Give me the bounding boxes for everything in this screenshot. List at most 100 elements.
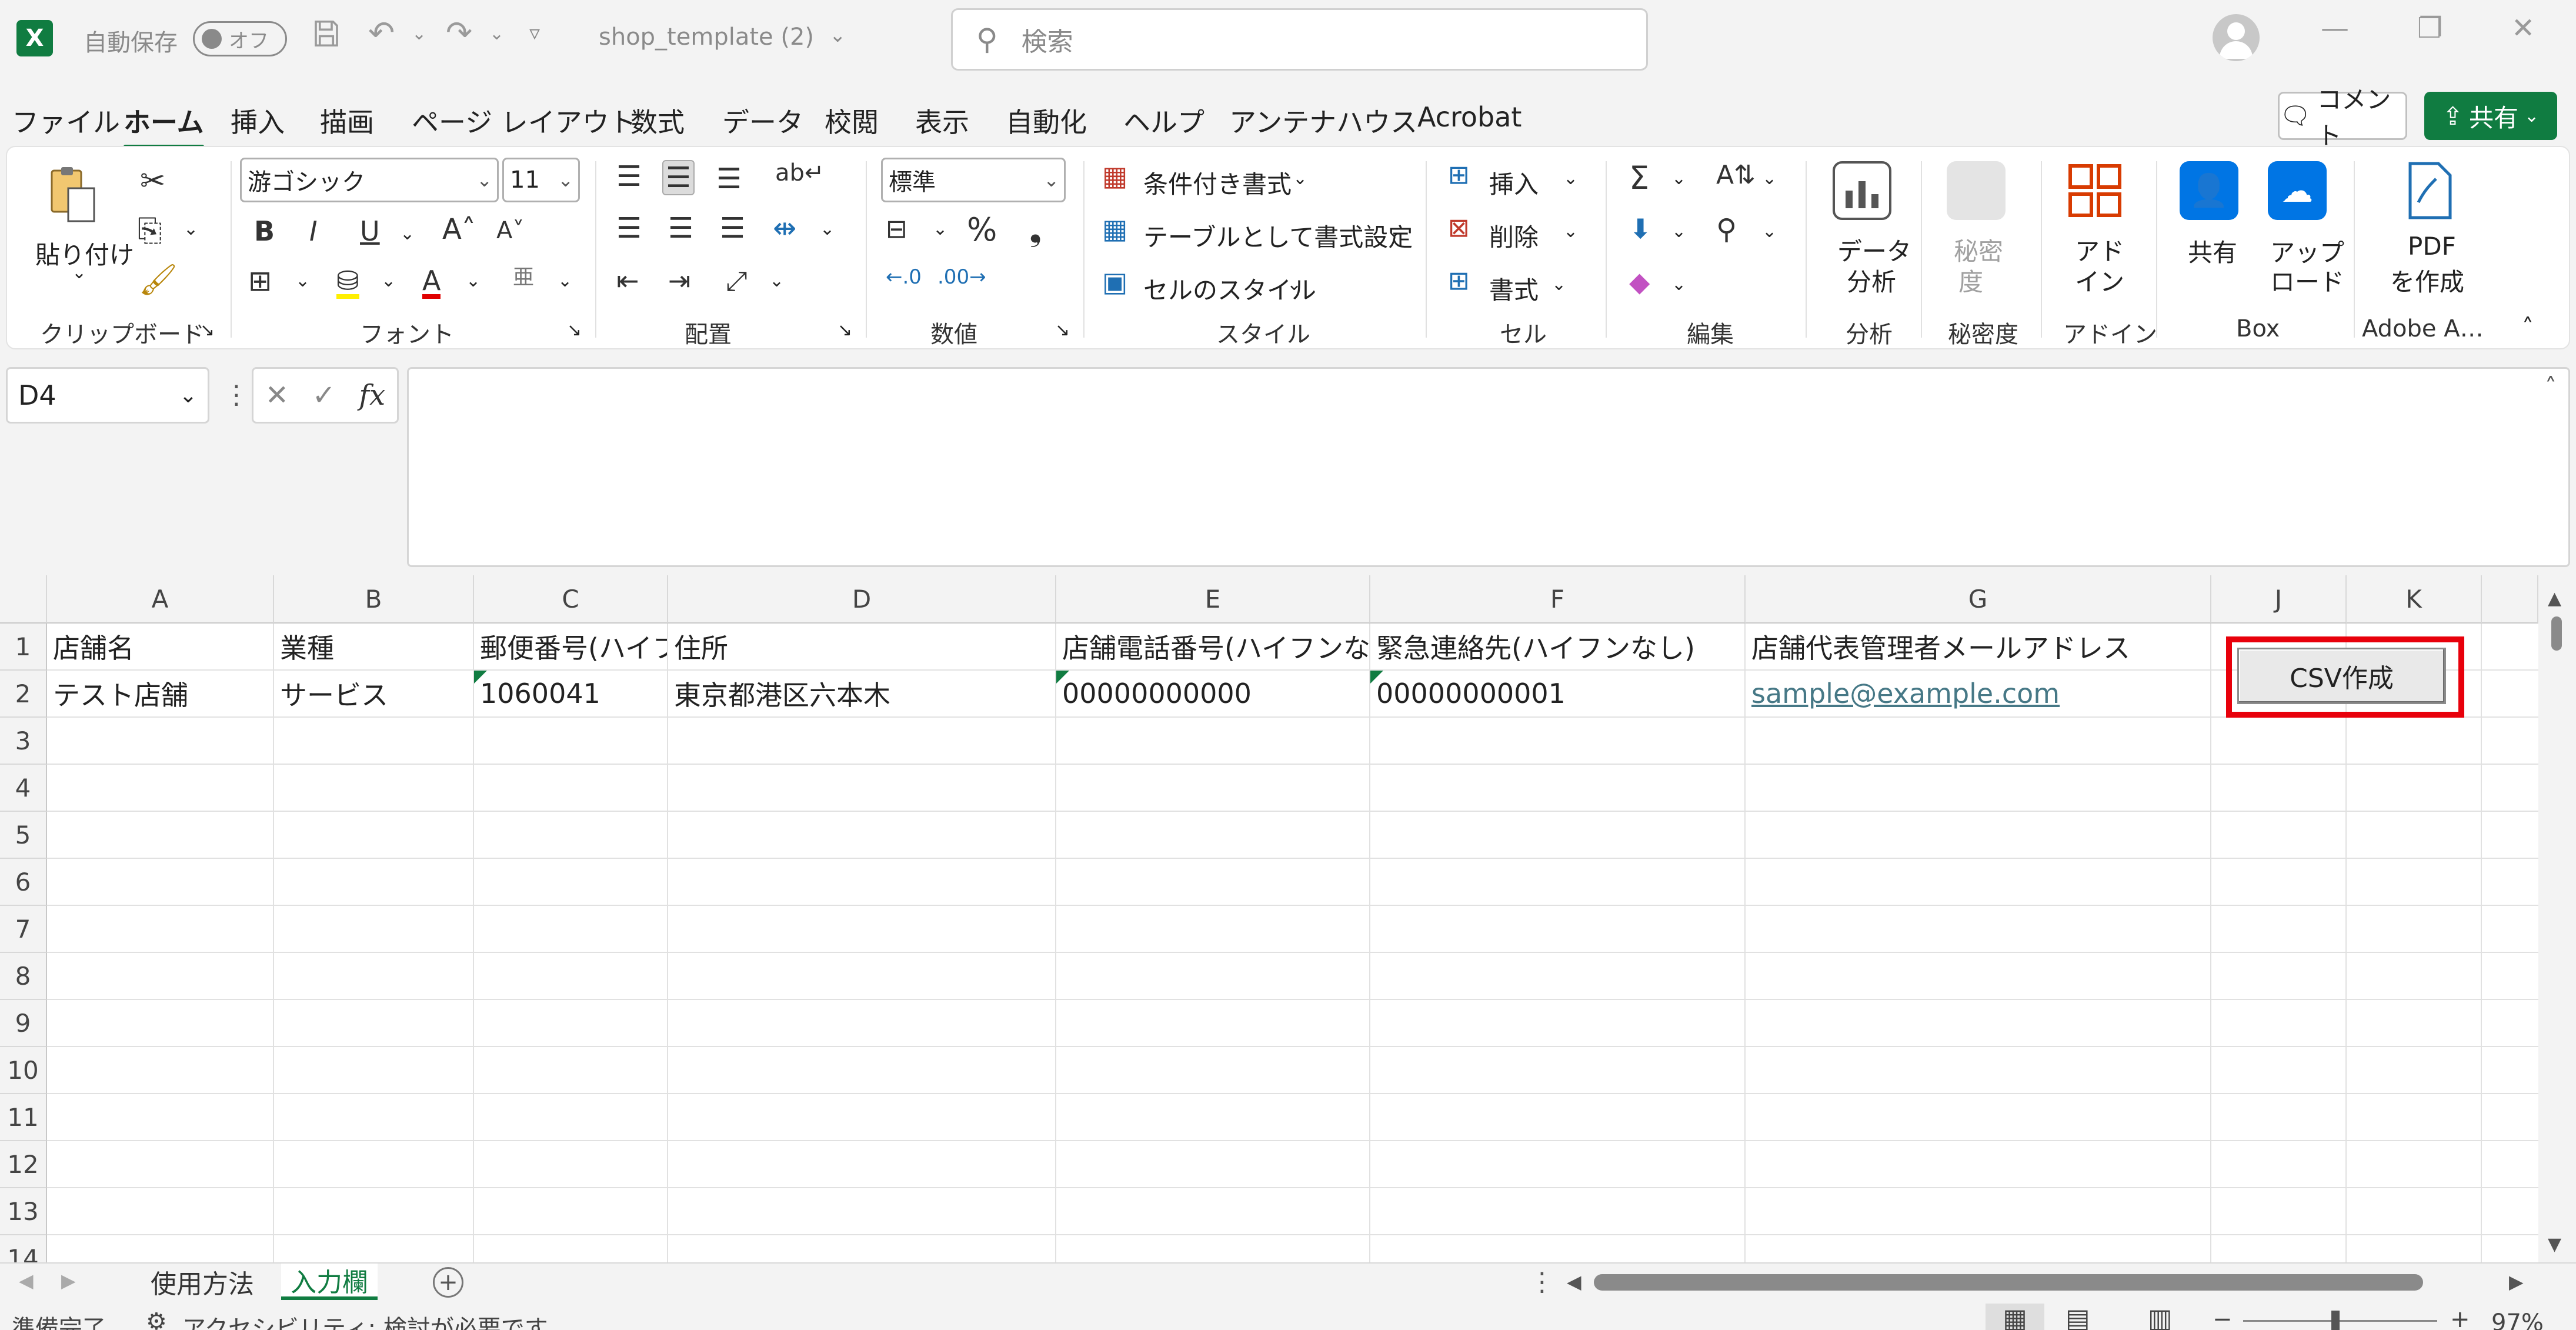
zoom-in-icon[interactable]: + (2450, 1306, 2470, 1330)
collapse-formula-icon[interactable]: ˄ (2545, 374, 2557, 401)
row-header[interactable]: 4 (0, 765, 47, 812)
column-header-b[interactable]: B (274, 575, 474, 624)
cell-a2[interactable]: テスト店舗 (47, 671, 274, 718)
font-color-dropdown-icon[interactable]: ⌄ (466, 271, 481, 291)
cell-c1[interactable]: 郵便番号(ハイフンなし) (474, 624, 668, 671)
format-cells-button[interactable]: 書式 (1489, 271, 1539, 306)
cell-g1[interactable]: 店舗代表管理者メールアドレス (1746, 624, 2211, 671)
formula-input[interactable]: ˄ (407, 367, 2570, 567)
create-pdf-label-1[interactable]: PDF (2408, 232, 2456, 261)
tab-review[interactable]: 校閲 (825, 101, 879, 140)
font-color-icon[interactable]: A (422, 267, 441, 299)
cell-d2[interactable]: 東京都港区六本木 (668, 671, 1056, 718)
sensitivity-icon[interactable] (1947, 161, 2006, 220)
cell-b1[interactable]: 業種 (274, 624, 474, 671)
column-header-k[interactable]: K (2347, 575, 2482, 624)
copy-dropdown-icon[interactable]: ⌄ (183, 219, 198, 239)
delete-dropdown-icon[interactable]: ⌄ (1563, 221, 1578, 242)
font-size-select[interactable]: 11 ⌄ (502, 158, 580, 202)
sheet-tab-input[interactable]: 入力欄 (281, 1264, 378, 1300)
clear-dropdown-icon[interactable]: ⌄ (1671, 274, 1686, 295)
horizontal-scroll-thumb[interactable] (1594, 1274, 2423, 1291)
font-name-select[interactable]: 游ゴシック ⌄ (240, 158, 499, 202)
increase-indent-icon[interactable]: ⇥ (668, 267, 691, 294)
comma-style-icon[interactable]: ❟ (1029, 214, 1042, 246)
addins-icon[interactable] (2066, 161, 2124, 220)
tab-antennahouse[interactable]: アンテナハウス (1229, 101, 1417, 140)
column-header-j[interactable]: J (2211, 575, 2347, 624)
scroll-right-icon[interactable]: ▶ (2509, 1271, 2524, 1293)
select-all-corner[interactable] (0, 575, 47, 624)
percent-icon[interactable]: % (967, 214, 997, 246)
accounting-format-icon[interactable]: ⊟ (886, 216, 907, 242)
collapse-ribbon-icon[interactable]: ˄ (2522, 314, 2534, 341)
customize-qat-icon[interactable]: ▿ (529, 21, 540, 45)
column-header-d[interactable]: D (668, 575, 1056, 624)
align-middle-icon[interactable]: ☰ (662, 160, 695, 195)
decrease-indent-icon[interactable]: ⇤ (616, 267, 639, 294)
add-sheet-icon[interactable]: + (433, 1267, 463, 1298)
tab-view[interactable]: 表示 (915, 101, 969, 140)
box-upload-label-2[interactable]: ロード (2270, 262, 2344, 298)
cell-styles-dropdown-icon[interactable]: ⌄ (1287, 274, 1302, 295)
align-top-icon[interactable]: ☰ (616, 162, 642, 191)
clipboard-launcher-icon[interactable]: ↘ (200, 320, 215, 341)
find-dropdown-icon[interactable]: ⌄ (1762, 221, 1777, 242)
sensitivity-label-2[interactable]: 度 (1958, 262, 1983, 298)
vertical-scrollbar[interactable]: ▲ ▼ (2538, 575, 2576, 1262)
row-header[interactable]: 11 (0, 1094, 47, 1141)
column-header-c[interactable]: C (474, 575, 668, 624)
increase-decimal-icon[interactable]: ←.0 (886, 267, 922, 287)
italic-button[interactable]: I (309, 218, 318, 245)
tab-file[interactable]: ファイル (12, 101, 120, 140)
fill-color-dropdown-icon[interactable]: ⌄ (381, 271, 396, 291)
cancel-icon[interactable]: ✕ (265, 379, 289, 412)
align-left-icon[interactable]: ☰ (616, 214, 642, 242)
row-header[interactable]: 1 (0, 624, 47, 671)
copy-icon[interactable]: ⎘ (138, 215, 162, 246)
tab-acrobat[interactable]: Acrobat (1417, 101, 1521, 133)
insert-cells-button[interactable]: 挿入 (1489, 165, 1539, 201)
wrap-text-icon[interactable]: ab↵ (775, 161, 824, 185)
cell-e1[interactable]: 店舗電話番号(ハイフンなし) (1056, 624, 1370, 671)
conditional-format-icon[interactable]: ▦ (1102, 162, 1127, 189)
undo-dropdown-icon[interactable]: ⌄ (412, 24, 426, 44)
analyze-data-label-2[interactable]: 分析 (1847, 262, 1896, 298)
orientation-icon[interactable]: ⤢ (726, 267, 748, 294)
insert-cells-icon[interactable]: ⊞ (1448, 162, 1470, 188)
spreadsheet-grid[interactable]: A B C D E F G J K 1 2 3 4 5 6 7 8 9 10 1… (0, 575, 2538, 1262)
paste-dropdown-icon[interactable]: ⌄ (72, 262, 86, 283)
row-header[interactable]: 2 (0, 671, 47, 718)
row-header[interactable]: 5 (0, 812, 47, 859)
decrease-decimal-icon[interactable]: .00→ (937, 267, 986, 287)
box-upload-icon[interactable]: ☁ (2268, 161, 2327, 220)
zoom-level[interactable]: 97% (2491, 1309, 2544, 1330)
autosum-dropdown-icon[interactable]: ⌄ (1671, 168, 1686, 189)
column-header-a[interactable]: A (47, 575, 274, 624)
name-box[interactable]: D4 ⌄ (6, 367, 209, 424)
addins-label-2[interactable]: イン (2075, 262, 2124, 298)
delete-cells-icon[interactable]: ⊠ (1448, 215, 1470, 241)
row-header[interactable]: 12 (0, 1141, 47, 1188)
tab-splitter-icon[interactable]: ⋮ (1529, 1267, 1555, 1297)
column-header-e[interactable]: E (1056, 575, 1370, 624)
csv-create-button[interactable]: CSV作成 (2237, 648, 2446, 704)
scroll-down-icon[interactable]: ▼ (2548, 1234, 2561, 1255)
phonetic-icon[interactable]: 亜 (513, 267, 534, 288)
tab-help[interactable]: ヘルプ (1123, 101, 1204, 140)
comment-button[interactable]: 🗨 コメント (2278, 85, 2407, 150)
restore-icon[interactable]: ❐ (2417, 12, 2442, 45)
page-layout-view-icon[interactable]: ▤ (2066, 1304, 2090, 1330)
row-header[interactable]: 14 (0, 1235, 47, 1262)
clear-icon[interactable]: ◆ (1629, 268, 1650, 295)
row-header[interactable]: 9 (0, 1000, 47, 1047)
number-format-select[interactable]: 標準 ⌄ (881, 158, 1066, 202)
accessibility-icon[interactable]: ⚙ (146, 1308, 167, 1330)
insert-dropdown-icon[interactable]: ⌄ (1563, 168, 1578, 189)
vertical-scroll-thumb[interactable] (2551, 616, 2562, 651)
zoom-slider[interactable] (2243, 1320, 2437, 1322)
create-pdf-label-2[interactable]: を作成 (2390, 262, 2464, 298)
conditional-format-button[interactable]: 条件付き書式 (1143, 165, 1292, 201)
increase-font-icon[interactable]: A˄ (442, 215, 476, 244)
autosum-icon[interactable]: Σ (1629, 162, 1649, 194)
